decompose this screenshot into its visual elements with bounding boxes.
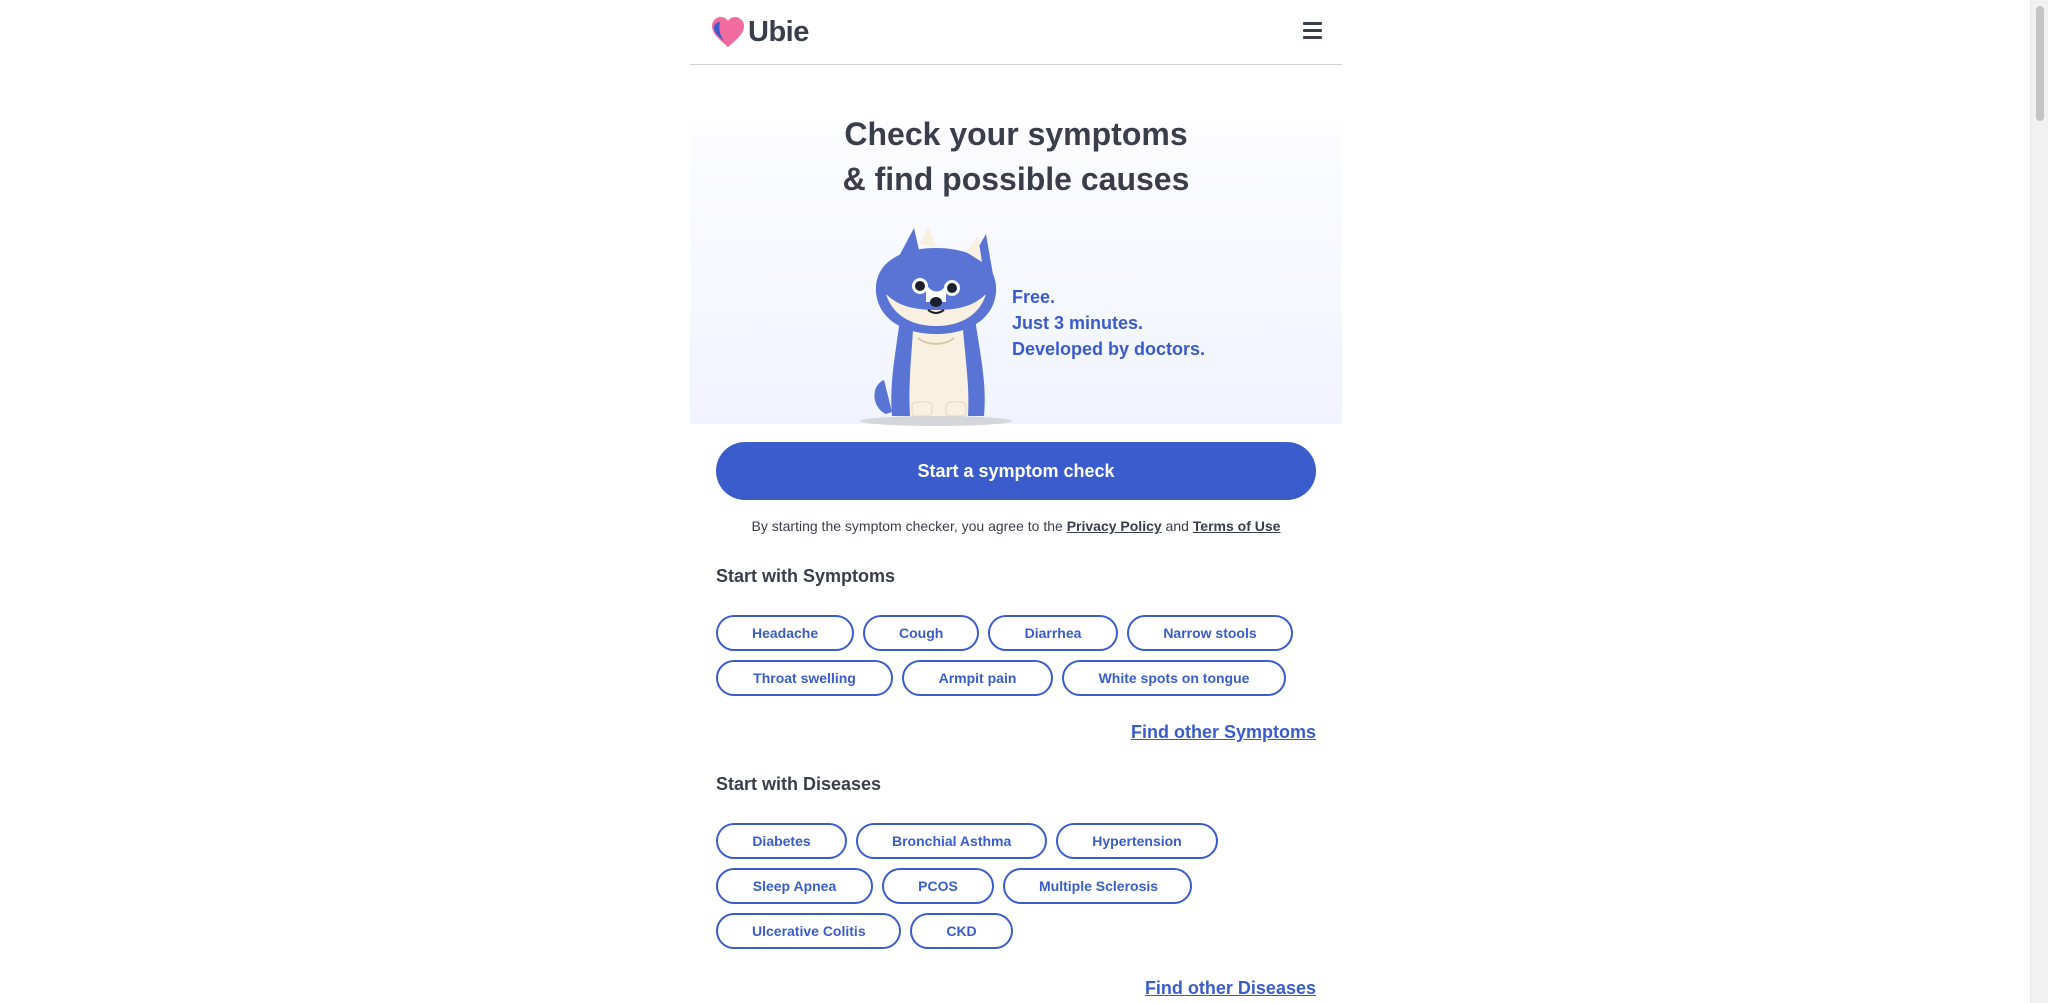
symptom-chip-diarrhea[interactable]: Diarrhea [988, 615, 1118, 651]
tagline-free: Free. [1012, 287, 1056, 307]
logo-text: Ubie [748, 15, 809, 48]
disease-chip-pcos[interactable]: PCOS [882, 868, 994, 904]
disease-chip-row: Sleep Apnea PCOS Multiple Sclerosis [716, 868, 1326, 904]
disease-chip-row: Diabetes Bronchial Asthma Hypertension [716, 823, 1326, 859]
dog-mascot-illustration [860, 226, 1012, 426]
symptom-chips: Headache Cough Diarrhea Narrow stools Th… [716, 615, 1326, 705]
disease-chips: Diabetes Bronchial Asthma Hypertension S… [716, 823, 1326, 958]
symptom-chip-throat-swelling[interactable]: Throat swelling [716, 660, 893, 696]
hero-title: Check your symptoms & find possible caus… [690, 112, 1342, 202]
page-scrollbar[interactable] [2030, 0, 2048, 1003]
consent-prefix: By starting the symptom checker, you agr… [751, 518, 1063, 534]
consent-and: and [1165, 518, 1189, 534]
disease-chip-sleep-apnea[interactable]: Sleep Apnea [716, 868, 873, 904]
disease-chip-row: Ulcerative Colitis CKD [716, 913, 1326, 949]
tagline-duration: Just 3 minutes. [1012, 313, 1144, 333]
start-symptom-check-button[interactable]: Start a symptom check [716, 442, 1316, 500]
symptom-chip-white-spots-on-tongue[interactable]: White spots on tongue [1062, 660, 1286, 696]
find-other-diseases-link[interactable]: Find other Diseases [1145, 978, 1316, 999]
scrollbar-thumb[interactable] [2036, 6, 2044, 121]
heart-logo-icon [712, 17, 744, 47]
symptoms-section-title: Start with Symptoms [716, 566, 896, 586]
disease-chip-ckd[interactable]: CKD [910, 913, 1013, 949]
symptom-chip-row: Throat swelling Armpit pain White spots … [716, 660, 1326, 696]
disease-chip-bronchial-asthma[interactable]: Bronchial Asthma [856, 823, 1047, 859]
hamburger-menu-icon[interactable] [1302, 21, 1324, 41]
symptom-chip-armpit-pain[interactable]: Armpit pain [902, 660, 1053, 696]
site-header: Ubie [690, 0, 1342, 65]
diseases-section-title: Start with Diseases [716, 774, 882, 794]
symptom-chip-narrow-stools[interactable]: Narrow stools [1127, 615, 1293, 651]
symptom-chip-row: Headache Cough Diarrhea Narrow stools [716, 615, 1326, 651]
hero-title-line-2: & find possible causes [842, 161, 1190, 197]
disease-chip-multiple-sclerosis[interactable]: Multiple Sclerosis [1003, 868, 1192, 904]
consent-text: By starting the symptom checker, you agr… [690, 518, 1342, 534]
find-other-symptoms-link[interactable]: Find other Symptoms [1131, 722, 1316, 743]
disease-chip-ulcerative-colitis[interactable]: Ulcerative Colitis [716, 913, 901, 949]
terms-of-use-link[interactable]: Terms of Use [1193, 518, 1281, 534]
hero-taglines: Free. Just 3 minutes. Developed by docto… [1012, 284, 1205, 362]
logo[interactable]: Ubie [710, 14, 809, 50]
main-column: Ubie Check your symptoms & find possible… [690, 0, 1342, 1003]
symptom-chip-cough[interactable]: Cough [863, 615, 979, 651]
disease-chip-hypertension[interactable]: Hypertension [1056, 823, 1218, 859]
disease-chip-diabetes[interactable]: Diabetes [716, 823, 847, 859]
symptom-chip-headache[interactable]: Headache [716, 615, 854, 651]
tagline-doctors: Developed by doctors. [1012, 339, 1206, 359]
hero-title-line-1: Check your symptoms [844, 116, 1188, 152]
privacy-policy-link[interactable]: Privacy Policy [1067, 518, 1162, 534]
